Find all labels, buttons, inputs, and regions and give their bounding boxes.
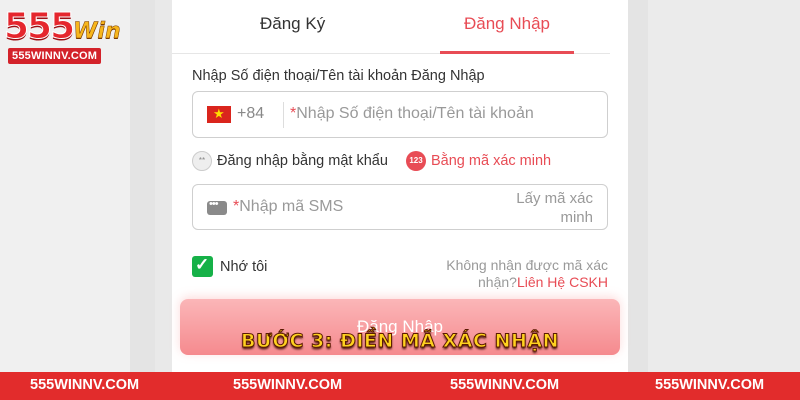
logo-word: Win <box>73 19 121 45</box>
footer-domain: 555WINNV.COM <box>30 377 140 393</box>
sms-message-icon <box>207 198 227 215</box>
active-tab-indicator <box>440 51 574 54</box>
logo-wordmark: 555Win <box>3 6 121 48</box>
password-login-label: Đăng nhập bằng mật khẩu <box>217 152 388 169</box>
country-code[interactable]: +84 <box>237 105 264 123</box>
verification-code-icon: 123 <box>406 151 426 171</box>
right-background-strip <box>626 0 648 372</box>
get-code-button[interactable]: Lấy mã xác minh <box>503 189 593 227</box>
password-login-option[interactable]: ** Đăng nhập bằng mật khẩu <box>192 151 388 171</box>
password-dots-icon: ** <box>192 151 212 171</box>
account-label: Nhập Số điện thoại/Tên tài khoản Đăng Nh… <box>192 68 485 84</box>
footer-domain: 555WINNV.COM <box>450 377 560 393</box>
sms-placeholder-text: Nhập mã SMS <box>239 198 344 215</box>
footer-banner: 555WINNV.COM 555WINNV.COM 555WINNV.COM 5… <box>0 372 800 400</box>
code-login-label: Bằng mã xác minh <box>431 152 552 169</box>
right-background <box>648 0 800 372</box>
left-background-strip <box>130 0 155 372</box>
sms-code-input[interactable]: *Nhập mã SMS Lấy mã xác minh <box>192 184 608 230</box>
tab-login[interactable]: Đăng Nhập <box>464 14 550 34</box>
remember-checkbox[interactable] <box>192 255 213 277</box>
logo-number: 555 <box>3 6 75 48</box>
code-login-option[interactable]: 123 Bằng mã xác minh <box>406 151 551 171</box>
footer-domain: 555WINNV.COM <box>655 377 765 393</box>
step-caption: BƯỚC 3: ĐIỀN MÃ XÁC NHẬN <box>241 330 559 353</box>
tab-register[interactable]: Đăng Ký <box>260 14 325 34</box>
footer-domain: 555WINNV.COM <box>233 377 343 393</box>
contact-support-link[interactable]: Liên Hệ CSKH <box>517 274 608 290</box>
sms-placeholder: *Nhập mã SMS <box>233 198 343 216</box>
brand-logo: 555Win 555WINNV.COM <box>3 6 124 66</box>
field-divider <box>283 102 284 128</box>
account-placeholder: *Nhập Số điện thoại/Tên tài khoản <box>290 105 534 123</box>
auth-tabs: Đăng Ký Đăng Nhập <box>172 0 610 54</box>
account-input[interactable]: +84 *Nhập Số điện thoại/Tên tài khoản <box>192 91 608 138</box>
account-placeholder-text: Nhập Số điện thoại/Tên tài khoản <box>296 105 534 122</box>
vietnam-flag-icon[interactable] <box>207 105 231 123</box>
logo-domain: 555WINNV.COM <box>8 48 102 64</box>
help-text: Không nhận được mã xác nhận?Liên Hệ CSKH <box>428 257 608 291</box>
remember-label[interactable]: Nhớ tôi <box>220 259 267 275</box>
login-screen: Đăng Ký Đăng Nhập Nhập Số điện thoại/Tên… <box>172 0 628 372</box>
